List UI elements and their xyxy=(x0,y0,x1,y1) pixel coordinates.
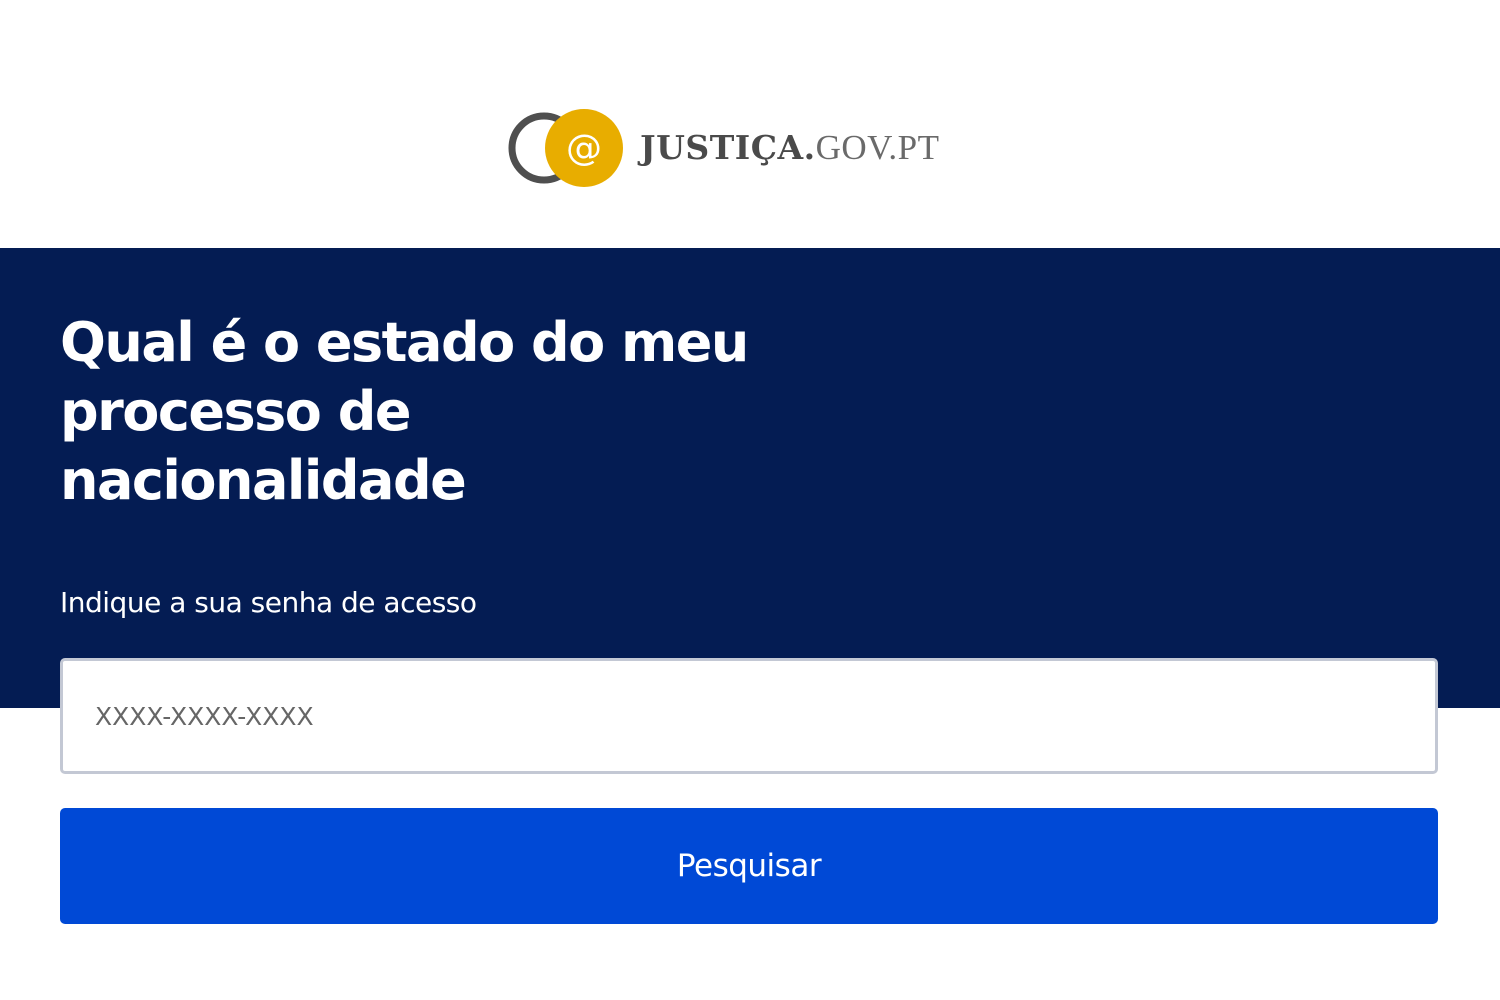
justica-at-logo-icon: @ xyxy=(506,104,630,192)
page-title: Qual é o estado do meu processo de nacio… xyxy=(60,311,749,512)
logo-brand: JUSTIÇA. xyxy=(640,128,816,167)
site-logo: @ JUSTIÇA. GOV.PT xyxy=(506,104,940,192)
logo-wordmark: JUSTIÇA. GOV.PT xyxy=(640,128,940,168)
search-button[interactable]: Pesquisar xyxy=(60,808,1438,924)
access-code-input[interactable] xyxy=(60,658,1438,774)
svg-text:@: @ xyxy=(566,128,602,169)
access-code-label: Indique a sua senha de acesso xyxy=(60,586,477,619)
logo-domain: GOV.PT xyxy=(815,128,940,167)
